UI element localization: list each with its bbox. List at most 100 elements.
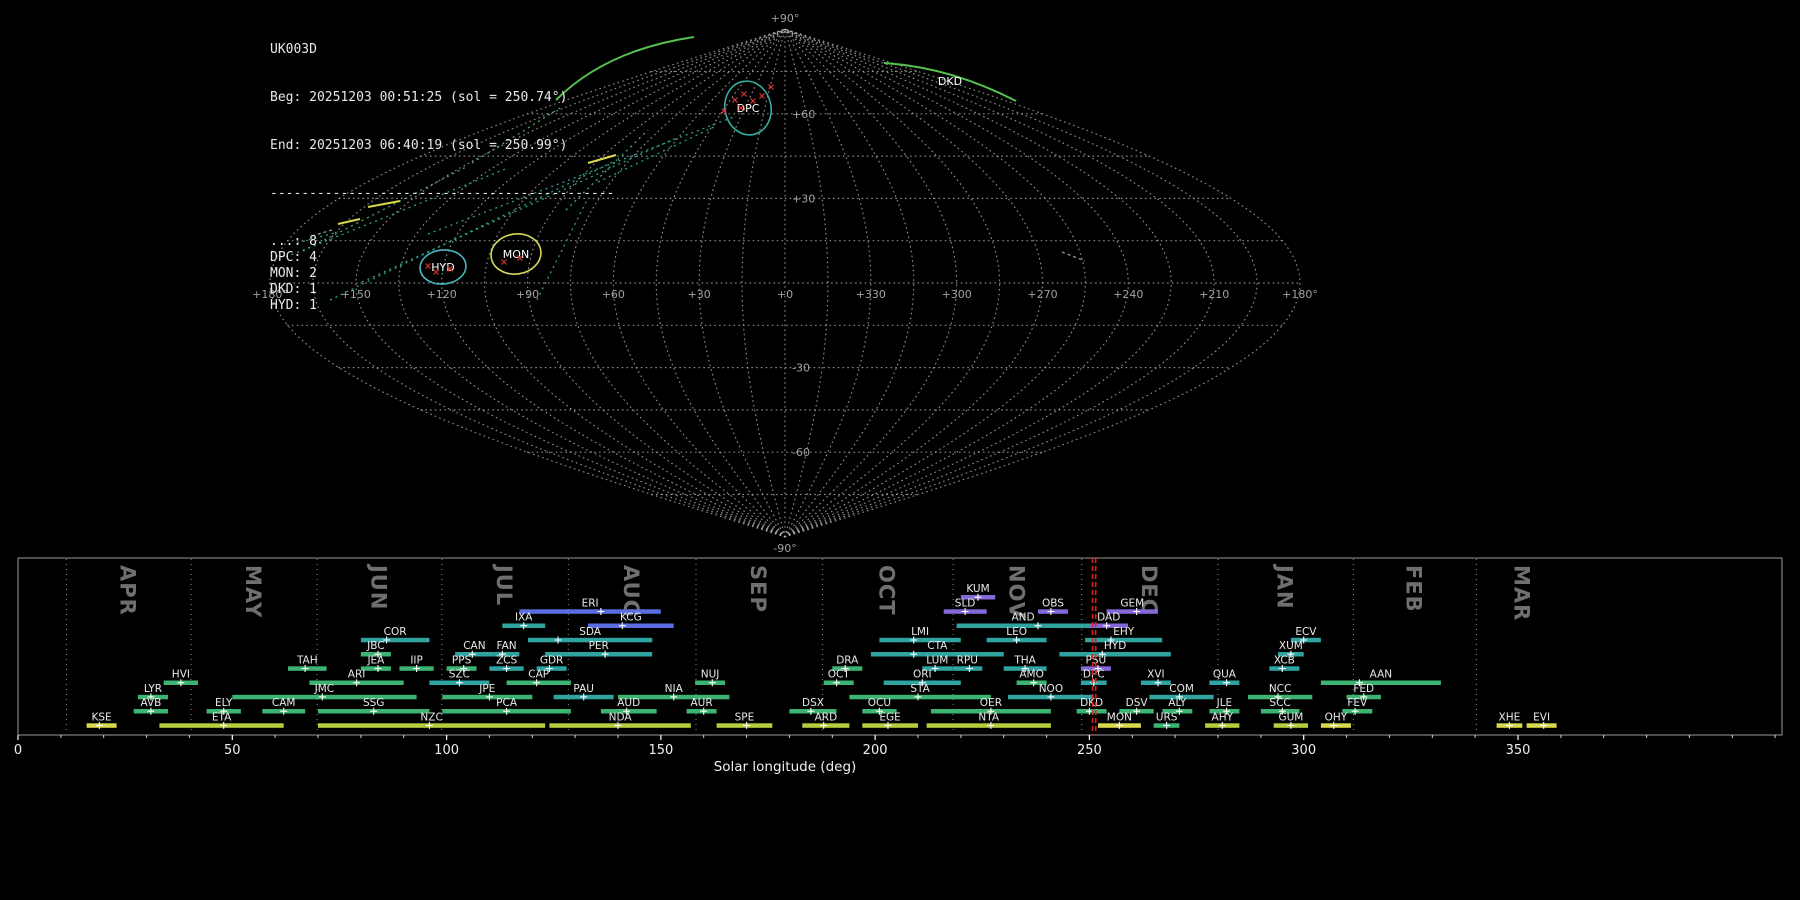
shower-label-leo: LEO bbox=[1006, 626, 1027, 638]
shower-label-iip: IIP bbox=[410, 654, 423, 666]
shower-bar-aan bbox=[1321, 681, 1441, 686]
shower-label-dsv: DSV bbox=[1126, 697, 1149, 709]
begin-time-line: Beg: 20251203 00:51:25 (sol = 250.74°) bbox=[270, 90, 614, 106]
shower-label-dpc: DPC bbox=[1083, 669, 1105, 681]
lat-label: -90° bbox=[773, 542, 796, 555]
shower-label-spe: SPE bbox=[735, 711, 755, 723]
shower-label-dsx: DSX bbox=[802, 697, 824, 709]
end-time-line: End: 20251203 06:40:19 (sol = 250.99°) bbox=[270, 138, 614, 154]
meteor-mark bbox=[769, 85, 774, 90]
shower-label-ely: ELY bbox=[215, 697, 233, 709]
shower-label-aan: AAN bbox=[1370, 669, 1393, 681]
shower-label-ohy: OHY bbox=[1325, 711, 1348, 723]
shower-label-xvi: XVI bbox=[1147, 669, 1164, 681]
month-label-feb: FEB bbox=[1402, 565, 1426, 613]
shower-label-kum: KUM bbox=[966, 583, 989, 595]
shower-label-xhe: XHE bbox=[1499, 711, 1521, 723]
shower-label-cam: CAM bbox=[272, 697, 296, 709]
shower-label-pau: PAU bbox=[573, 683, 594, 695]
shower-label-com: COM bbox=[1169, 683, 1194, 695]
shower-label-aud: AUD bbox=[617, 697, 640, 709]
lon-label: +330 bbox=[856, 288, 886, 301]
month-label-apr: APR bbox=[116, 565, 140, 616]
shower-bars: KUMERISLDOBSGEMIXAKCGANDDADCORSDALMILEOE… bbox=[87, 583, 1557, 729]
shower-label-jmc: JMC bbox=[314, 683, 335, 695]
count-mon: MON: 2 bbox=[270, 266, 614, 282]
shower-label-zcs: ZCS bbox=[496, 654, 518, 666]
shower-label-ocu: OCU bbox=[868, 697, 891, 709]
station-id: UK003D bbox=[270, 42, 614, 58]
lon-label: +240 bbox=[1113, 288, 1143, 301]
shower-peak-marker-cta bbox=[910, 651, 917, 658]
shower-label-ehy: EHY bbox=[1113, 626, 1135, 638]
lon-label: +210 bbox=[1199, 288, 1229, 301]
shower-label-jea: JEA bbox=[366, 654, 385, 666]
shower-label-tha: THA bbox=[1013, 654, 1036, 666]
shower-label-rpu: RPU bbox=[957, 654, 978, 666]
shower-label-urs: URS bbox=[1156, 711, 1178, 723]
shower-label-hyd: HYD bbox=[1104, 640, 1126, 652]
shower-label-szc: SZC bbox=[449, 669, 470, 681]
shower-label-evi: EVI bbox=[1533, 711, 1550, 723]
shower-label-ecv: ECV bbox=[1295, 626, 1317, 638]
meteor-trail bbox=[598, 126, 716, 182]
meteor-radiant-app: +90°+60+30-30-60-90°+180°+150+120+90+60+… bbox=[0, 0, 1800, 900]
shower-label-kcg: KCG bbox=[620, 612, 642, 624]
lat-label: +90° bbox=[771, 12, 800, 25]
shower-label-jle: JLE bbox=[1216, 697, 1233, 709]
shower-label-obs: OBS bbox=[1042, 597, 1064, 609]
shower-label-jpe: JPE bbox=[478, 683, 495, 695]
lat-label: -30 bbox=[792, 362, 810, 375]
x-tick-label: 300 bbox=[1291, 743, 1316, 758]
shower-bar-lmi bbox=[879, 638, 960, 643]
shower-label-lum: LUM bbox=[926, 654, 948, 666]
shower-activity-timeline: APRMAYJUNJULAUGSEPOCTNOVDECJANFEBMARKUME… bbox=[0, 557, 1800, 900]
lon-label: +180° bbox=[1282, 288, 1318, 301]
count-dkd: DKD: 1 bbox=[270, 282, 614, 298]
shower-label-ege: EGE bbox=[879, 711, 900, 723]
shower-label-gem: GEM bbox=[1120, 597, 1144, 609]
meteor-mark bbox=[742, 92, 747, 97]
shower-label-cta: CTA bbox=[927, 640, 948, 652]
shower-label-aur: AUR bbox=[691, 697, 713, 709]
shower-label-sld: SLD bbox=[955, 597, 976, 609]
shower-count-list: ...: 8DPC: 4MON: 2DKD: 1HYD: 1 bbox=[270, 234, 614, 314]
month-label-jul: JUL bbox=[492, 563, 516, 606]
month-label-oct: OCT bbox=[875, 565, 899, 616]
shower-label-ahy: AHY bbox=[1212, 711, 1234, 723]
header-separator: ----------------------------------------… bbox=[270, 186, 614, 202]
lon-label: +300 bbox=[942, 288, 972, 301]
meteor-mark bbox=[733, 98, 738, 103]
shower-label-gdr: GDR bbox=[540, 654, 564, 666]
shower-label-fed: FED bbox=[1353, 683, 1374, 695]
shower-label-ssg: SSG bbox=[363, 697, 384, 709]
shower-label-xcb: XCB bbox=[1274, 654, 1295, 666]
shower-label-and: AND bbox=[1011, 612, 1034, 624]
shower-label-lyr: LYR bbox=[144, 683, 162, 695]
x-axis-title: Solar longitude (deg) bbox=[714, 759, 857, 775]
radiant-label-dkd: DKD bbox=[938, 75, 962, 88]
shower-label-dad: DAD bbox=[1097, 612, 1120, 624]
shower-label-per: PER bbox=[589, 640, 609, 652]
shower-label-fan: FAN bbox=[497, 640, 517, 652]
shower-label-qua: QUA bbox=[1213, 669, 1237, 681]
shower-label-oct: OCT bbox=[828, 669, 851, 681]
shower-label-kse: KSE bbox=[92, 711, 112, 723]
shower-label-aly: ALY bbox=[1168, 697, 1187, 709]
shower-label-avb: AVB bbox=[140, 697, 161, 709]
shower-label-dra: DRA bbox=[836, 654, 859, 666]
meteor-mark bbox=[760, 94, 765, 99]
shower-label-pps: PPS bbox=[452, 654, 472, 666]
shower-label-ard: ARD bbox=[815, 711, 838, 723]
shower-label-fev: FEV bbox=[1347, 697, 1368, 709]
shower-label-nta: NTA bbox=[978, 711, 999, 723]
x-tick-label: 100 bbox=[434, 743, 459, 758]
shower-label-scc: SCC bbox=[1269, 697, 1290, 709]
count-dpc: DPC: 4 bbox=[270, 250, 614, 266]
shower-label-dkd: DKD bbox=[1080, 697, 1103, 709]
x-tick-label: 350 bbox=[1506, 743, 1531, 758]
shower-label-hvi: HVI bbox=[172, 669, 190, 681]
shower-label-oer: OER bbox=[980, 697, 1002, 709]
x-axis: 050100150200250300350 bbox=[14, 735, 1775, 758]
lat-label: +60 bbox=[792, 108, 815, 121]
